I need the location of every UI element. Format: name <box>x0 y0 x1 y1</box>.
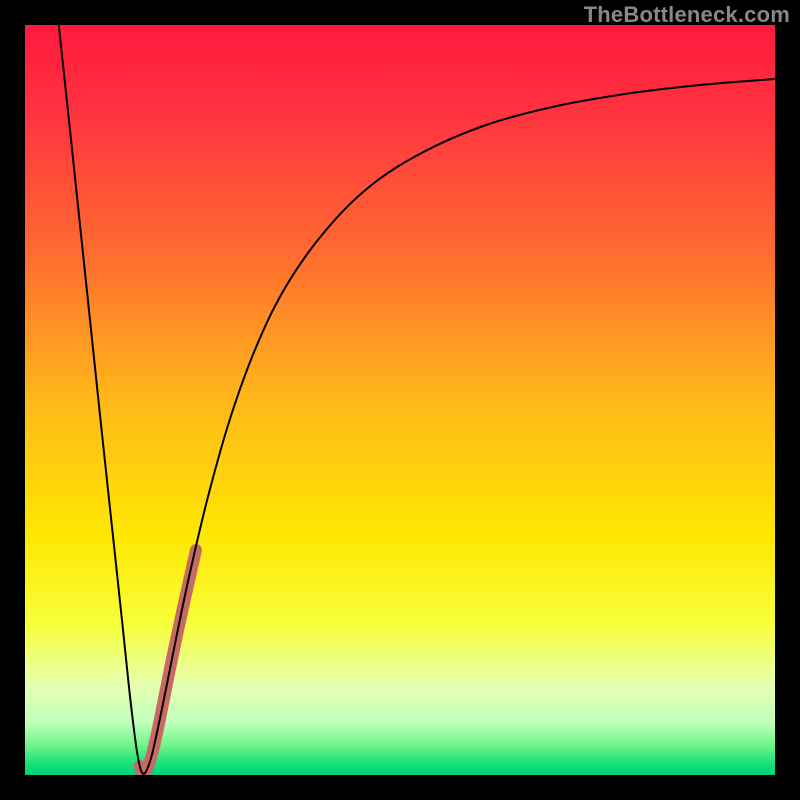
plot-area <box>25 25 775 775</box>
gradient-background <box>25 25 775 775</box>
watermark-text: TheBottleneck.com <box>584 2 790 28</box>
chart-frame: TheBottleneck.com <box>0 0 800 800</box>
chart-svg <box>25 25 775 775</box>
